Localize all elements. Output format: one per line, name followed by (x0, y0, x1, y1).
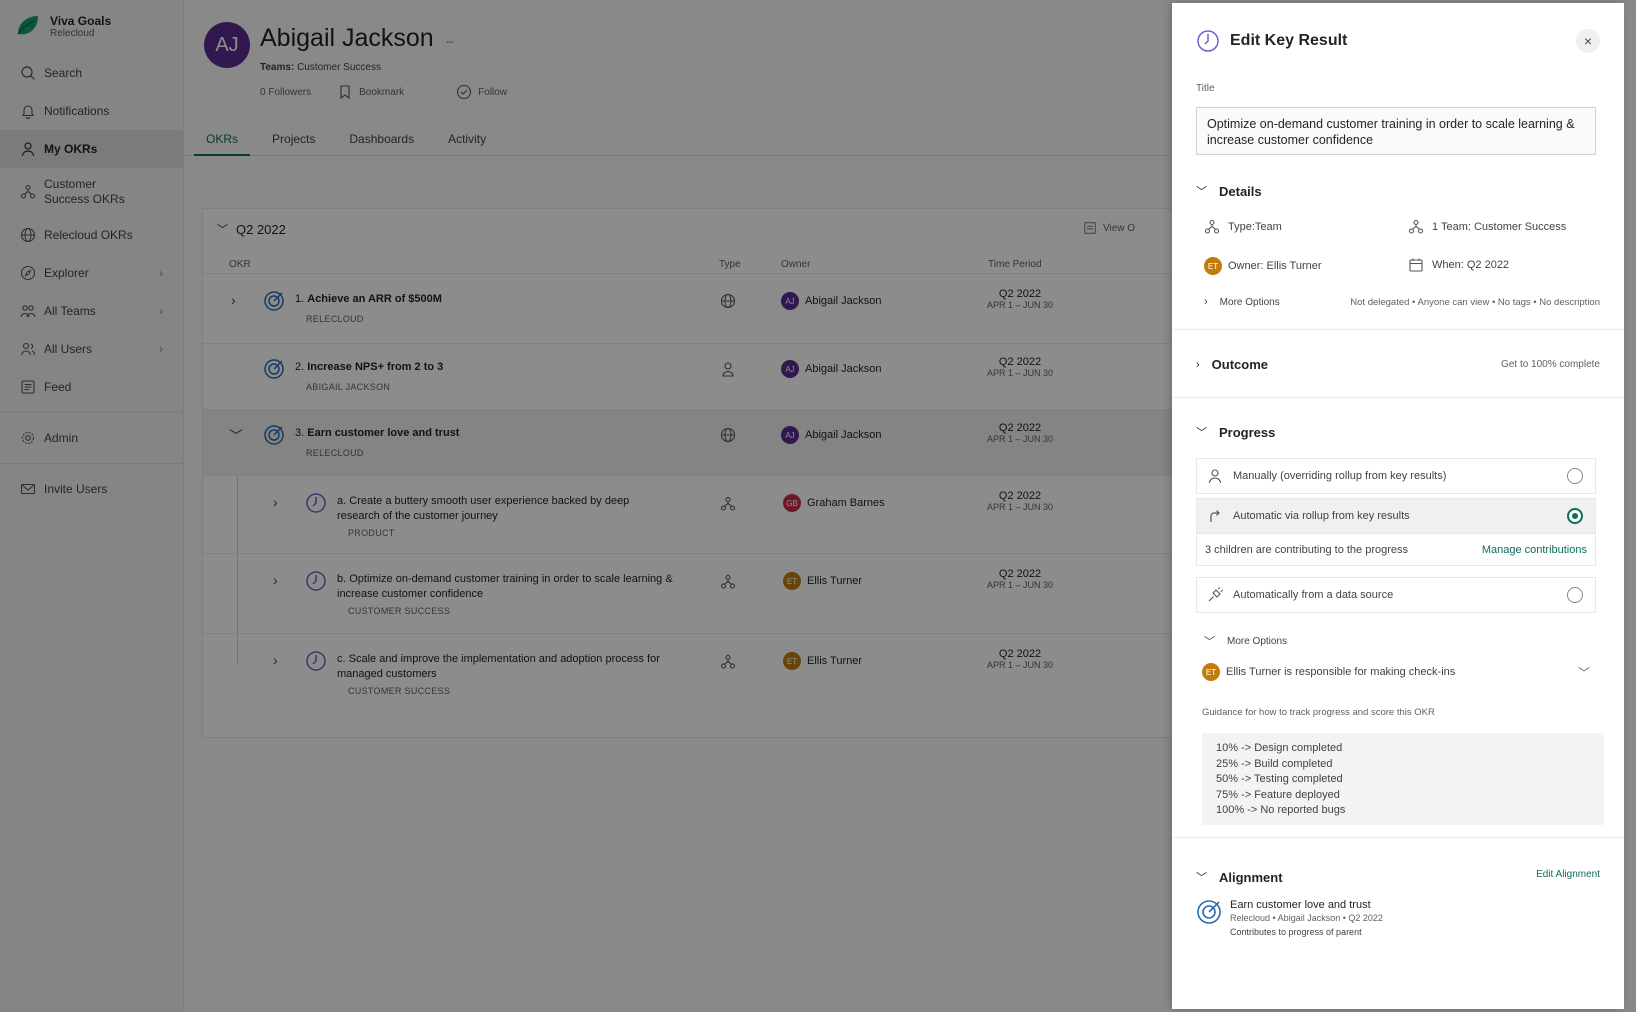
guidance-line: 100% -> No reported bugs (1216, 804, 1346, 816)
alignment-heading: Alignment (1219, 869, 1283, 885)
person-icon (1208, 469, 1222, 484)
title-input[interactable]: Optimize on-demand customer training in … (1196, 107, 1596, 155)
section-divider (1172, 329, 1624, 330)
edit-key-result-panel: Edit Key Result × Title Optimize on-dema… (1172, 3, 1624, 1009)
progress-option-label: Manually (overriding rollup from key res… (1233, 470, 1447, 482)
section-divider (1172, 397, 1624, 398)
details-summary: Not delegated • Anyone can view • No tag… (1350, 297, 1600, 308)
avatar: ET (1202, 663, 1220, 681)
more-options-label: More Options (1219, 296, 1280, 308)
details-more-options-toggle[interactable]: › More Options (1204, 296, 1280, 308)
title-field-label: Title (1196, 83, 1215, 94)
panel-title: Edit Key Result (1230, 32, 1348, 49)
progress-option-data-source[interactable]: Automatically from a data source (1196, 577, 1596, 613)
outcome-heading: Outcome (1211, 357, 1269, 372)
progress-section-toggle[interactable]: ﹀ Progress (1196, 424, 1275, 440)
guidance-line: 75% -> Feature deployed (1216, 788, 1340, 801)
contributions-text: 3 children are contributing to the progr… (1205, 543, 1409, 556)
progress-option-auto-rollup[interactable]: Automatic via rollup from key results (1196, 498, 1596, 534)
type-field[interactable]: Type:Team (1204, 219, 1282, 235)
chevron-right-icon: › (1196, 358, 1200, 371)
chevron-down-icon: ﹀ (1577, 665, 1590, 680)
team-icon (1408, 219, 1424, 234)
calendar-icon (1409, 258, 1423, 272)
alignment-title: Earn customer love and trust (1230, 899, 1371, 911)
radio-button-selected[interactable] (1567, 508, 1583, 524)
outcome-summary: Get to 100% complete (1501, 359, 1600, 370)
guidance-line: 50% -> Testing completed (1216, 773, 1343, 785)
section-divider (1172, 837, 1624, 838)
chevron-right-icon: › (1204, 296, 1208, 308)
progress-more-options-toggle[interactable]: ﹀ More Options (1204, 633, 1287, 649)
plug-icon (1208, 587, 1223, 602)
guidance-line: 25% -> Build completed (1216, 757, 1333, 770)
more-options-label: More Options (1227, 635, 1288, 647)
alignment-meta: Relecloud • Abigail Jackson • Q2 2022 (1230, 913, 1383, 923)
chevron-down-icon: ﹀ (1196, 872, 1207, 884)
radio-button[interactable] (1567, 468, 1583, 484)
progress-option-label: Automatically from a data source (1233, 589, 1394, 601)
details-section-toggle[interactable]: ﹀ Details (1196, 183, 1262, 199)
alignment-parent-item[interactable]: Earn customer love and trust Relecloud •… (1196, 899, 1383, 937)
objective-target-icon (1197, 900, 1221, 924)
avatar: ET (1204, 257, 1222, 275)
progress-option-label: Automatic via rollup from key results (1233, 510, 1410, 522)
chevron-down-icon: ﹀ (1204, 636, 1215, 648)
guidance-line: 10% -> Design completed (1216, 742, 1343, 754)
chevron-down-icon: ﹀ (1196, 186, 1207, 198)
details-heading: Details (1219, 183, 1262, 199)
guidance-label: Guidance for how to track progress and s… (1202, 707, 1435, 718)
teams-value: 1 Team: Customer Success (1432, 221, 1567, 233)
panel-header: Edit Key Result (1196, 29, 1347, 53)
owner-field[interactable]: ET Owner: Ellis Turner (1204, 257, 1322, 275)
rollup-arrow-icon (1210, 510, 1220, 522)
when-field[interactable]: When: Q2 2022 (1408, 257, 1509, 273)
team-icon (1204, 219, 1220, 234)
progress-heading: Progress (1219, 424, 1276, 440)
key-result-gauge-icon (1197, 30, 1219, 52)
chevron-down-icon: ﹀ (1196, 427, 1207, 439)
teams-field[interactable]: 1 Team: Customer Success (1408, 219, 1566, 235)
progress-option-manual[interactable]: Manually (overriding rollup from key res… (1196, 458, 1596, 494)
alignment-contribution: Contributes to progress of parent (1230, 927, 1362, 937)
owner-value: Owner: Ellis Turner (1228, 260, 1322, 272)
checkin-owner-select[interactable]: ET Ellis Turner is responsible for makin… (1202, 663, 1596, 681)
type-value: Type:Team (1228, 221, 1282, 233)
close-button[interactable]: × (1576, 29, 1600, 53)
contributions-info: 3 children are contributing to the progr… (1196, 534, 1596, 566)
outcome-section-toggle[interactable]: › Outcome (1196, 357, 1268, 372)
when-value: When: Q2 2022 (1432, 259, 1510, 271)
radio-button[interactable] (1567, 587, 1583, 603)
manage-contributions-link[interactable]: Manage contributions (1482, 544, 1587, 556)
edit-alignment-link[interactable]: Edit Alignment (1536, 869, 1600, 880)
alignment-section-toggle[interactable]: ﹀ Alignment (1196, 869, 1283, 885)
guidance-textarea[interactable]: 10% -> Design completed 25% -> Build com… (1202, 733, 1604, 825)
checkin-owner-text: Ellis Turner is responsible for making c… (1226, 666, 1456, 678)
